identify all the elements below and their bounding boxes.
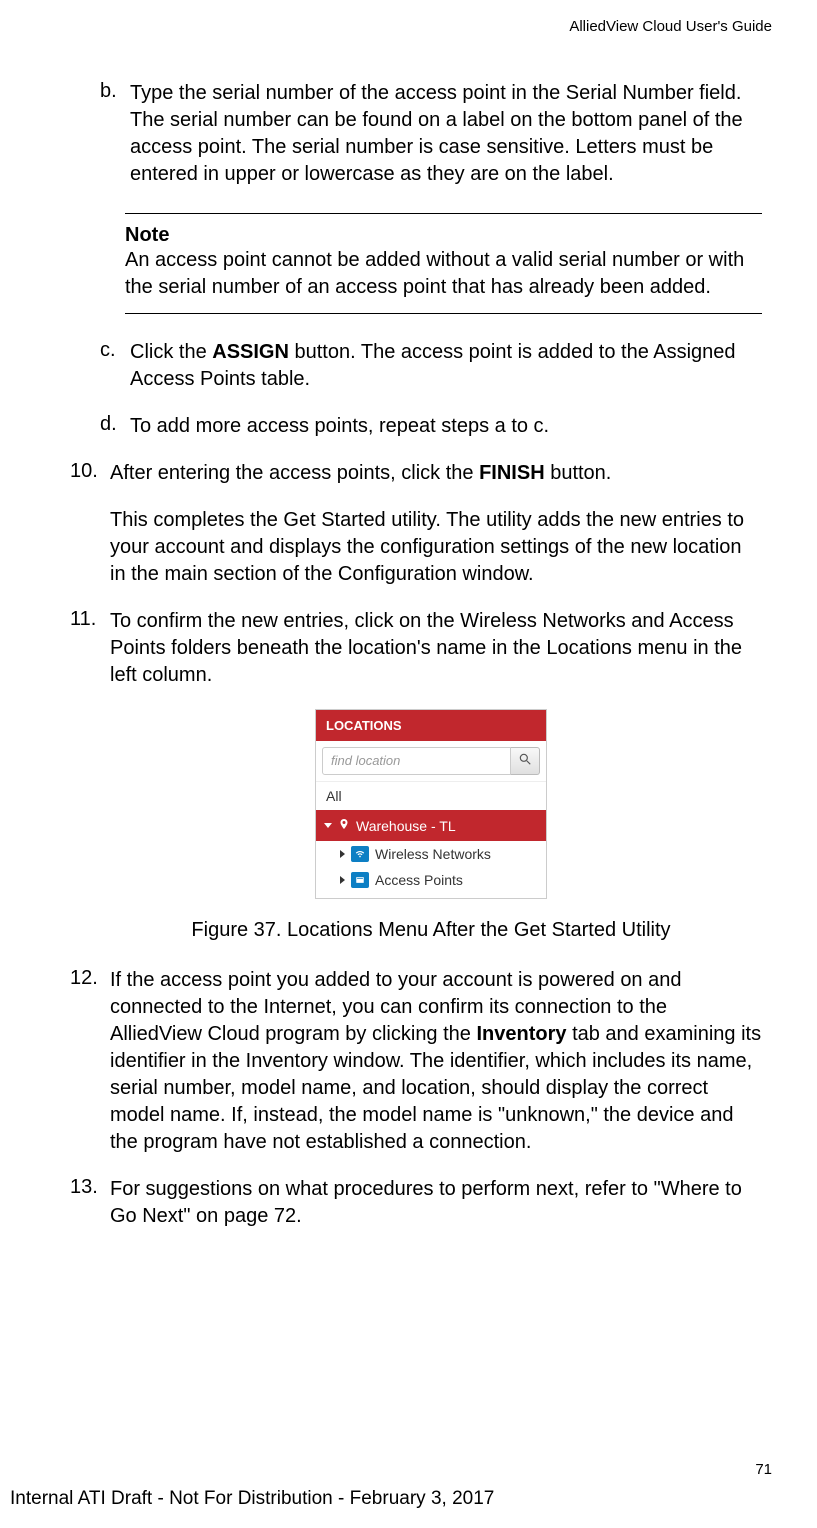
search-icon (518, 752, 532, 771)
folder-icon (351, 872, 369, 888)
text-c: Click the ASSIGN button. The access poin… (130, 339, 762, 393)
figure-caption: Figure 37. Locations Menu After the Get … (100, 919, 762, 942)
note-label: Note (125, 224, 762, 247)
search-row: find location (316, 741, 546, 781)
text-13: For suggestions on what procedures to pe… (110, 1176, 762, 1230)
marker-13: 13. (70, 1176, 110, 1230)
list-item-11: 11. To confirm the new entries, click on… (70, 608, 762, 689)
page-number: 71 (755, 1461, 772, 1478)
list-item-b: b. Type the serial number of the access … (100, 80, 762, 188)
marker-10: 10. (70, 460, 110, 487)
marker-b: b. (100, 80, 130, 188)
marker-12: 12. (70, 967, 110, 1156)
search-button[interactable] (511, 747, 540, 775)
locations-widget: LOCATIONS find location All Warehouse - … (315, 709, 547, 899)
text-10-post: button. (545, 462, 612, 484)
footer-text: Internal ATI Draft - Not For Distributio… (10, 1488, 494, 1510)
location-name: Warehouse - TL (356, 818, 456, 834)
text-10: After entering the access points, click … (110, 460, 762, 487)
text-12-bold: Inventory (476, 1023, 566, 1045)
text-d: To add more access points, repeat steps … (130, 413, 762, 440)
note-text: An access point cannot be added without … (125, 247, 762, 301)
wifi-icon (351, 846, 369, 862)
text-10-pre: After entering the access points, click … (110, 462, 479, 484)
marker-11: 11. (70, 608, 110, 689)
figure-37: LOCATIONS find location All Warehouse - … (100, 709, 762, 899)
wireless-networks-row[interactable]: Wireless Networks (316, 841, 546, 867)
wireless-networks-label: Wireless Networks (375, 846, 491, 862)
text-c-pre: Click the (130, 341, 212, 363)
doc-title: AlliedView Cloud User's Guide (569, 18, 772, 35)
list-item-c: c. Click the ASSIGN button. The access p… (100, 339, 762, 393)
list-item-10: 10. After entering the access points, cl… (70, 460, 762, 487)
chevron-right-icon (340, 876, 345, 884)
marker-c: c. (100, 339, 130, 393)
note-box: Note An access point cannot be added wit… (125, 213, 762, 314)
text-10-bold: FINISH (479, 462, 545, 484)
pin-icon (338, 816, 350, 835)
location-row[interactable]: Warehouse - TL (316, 810, 546, 841)
chevron-right-icon (340, 850, 345, 858)
search-input[interactable]: find location (322, 747, 511, 775)
locations-header: LOCATIONS (316, 710, 546, 741)
all-row[interactable]: All (316, 781, 546, 810)
page-content: b. Type the serial number of the access … (100, 80, 762, 1250)
marker-d: d. (100, 413, 130, 440)
access-points-label: Access Points (375, 872, 463, 888)
list-item-12: 12. If the access point you added to you… (70, 967, 762, 1156)
text-11: To confirm the new entries, click on the… (110, 608, 762, 689)
text-c-bold: ASSIGN (212, 341, 289, 363)
para-10: This completes the Get Started utility. … (110, 507, 762, 588)
list-item-13: 13. For suggestions on what procedures t… (70, 1176, 762, 1230)
list-item-d: d. To add more access points, repeat ste… (100, 413, 762, 440)
chevron-down-icon (324, 823, 332, 828)
access-points-row[interactable]: Access Points (316, 867, 546, 898)
text-b: Type the serial number of the access poi… (130, 80, 762, 188)
text-12: If the access point you added to your ac… (110, 967, 762, 1156)
